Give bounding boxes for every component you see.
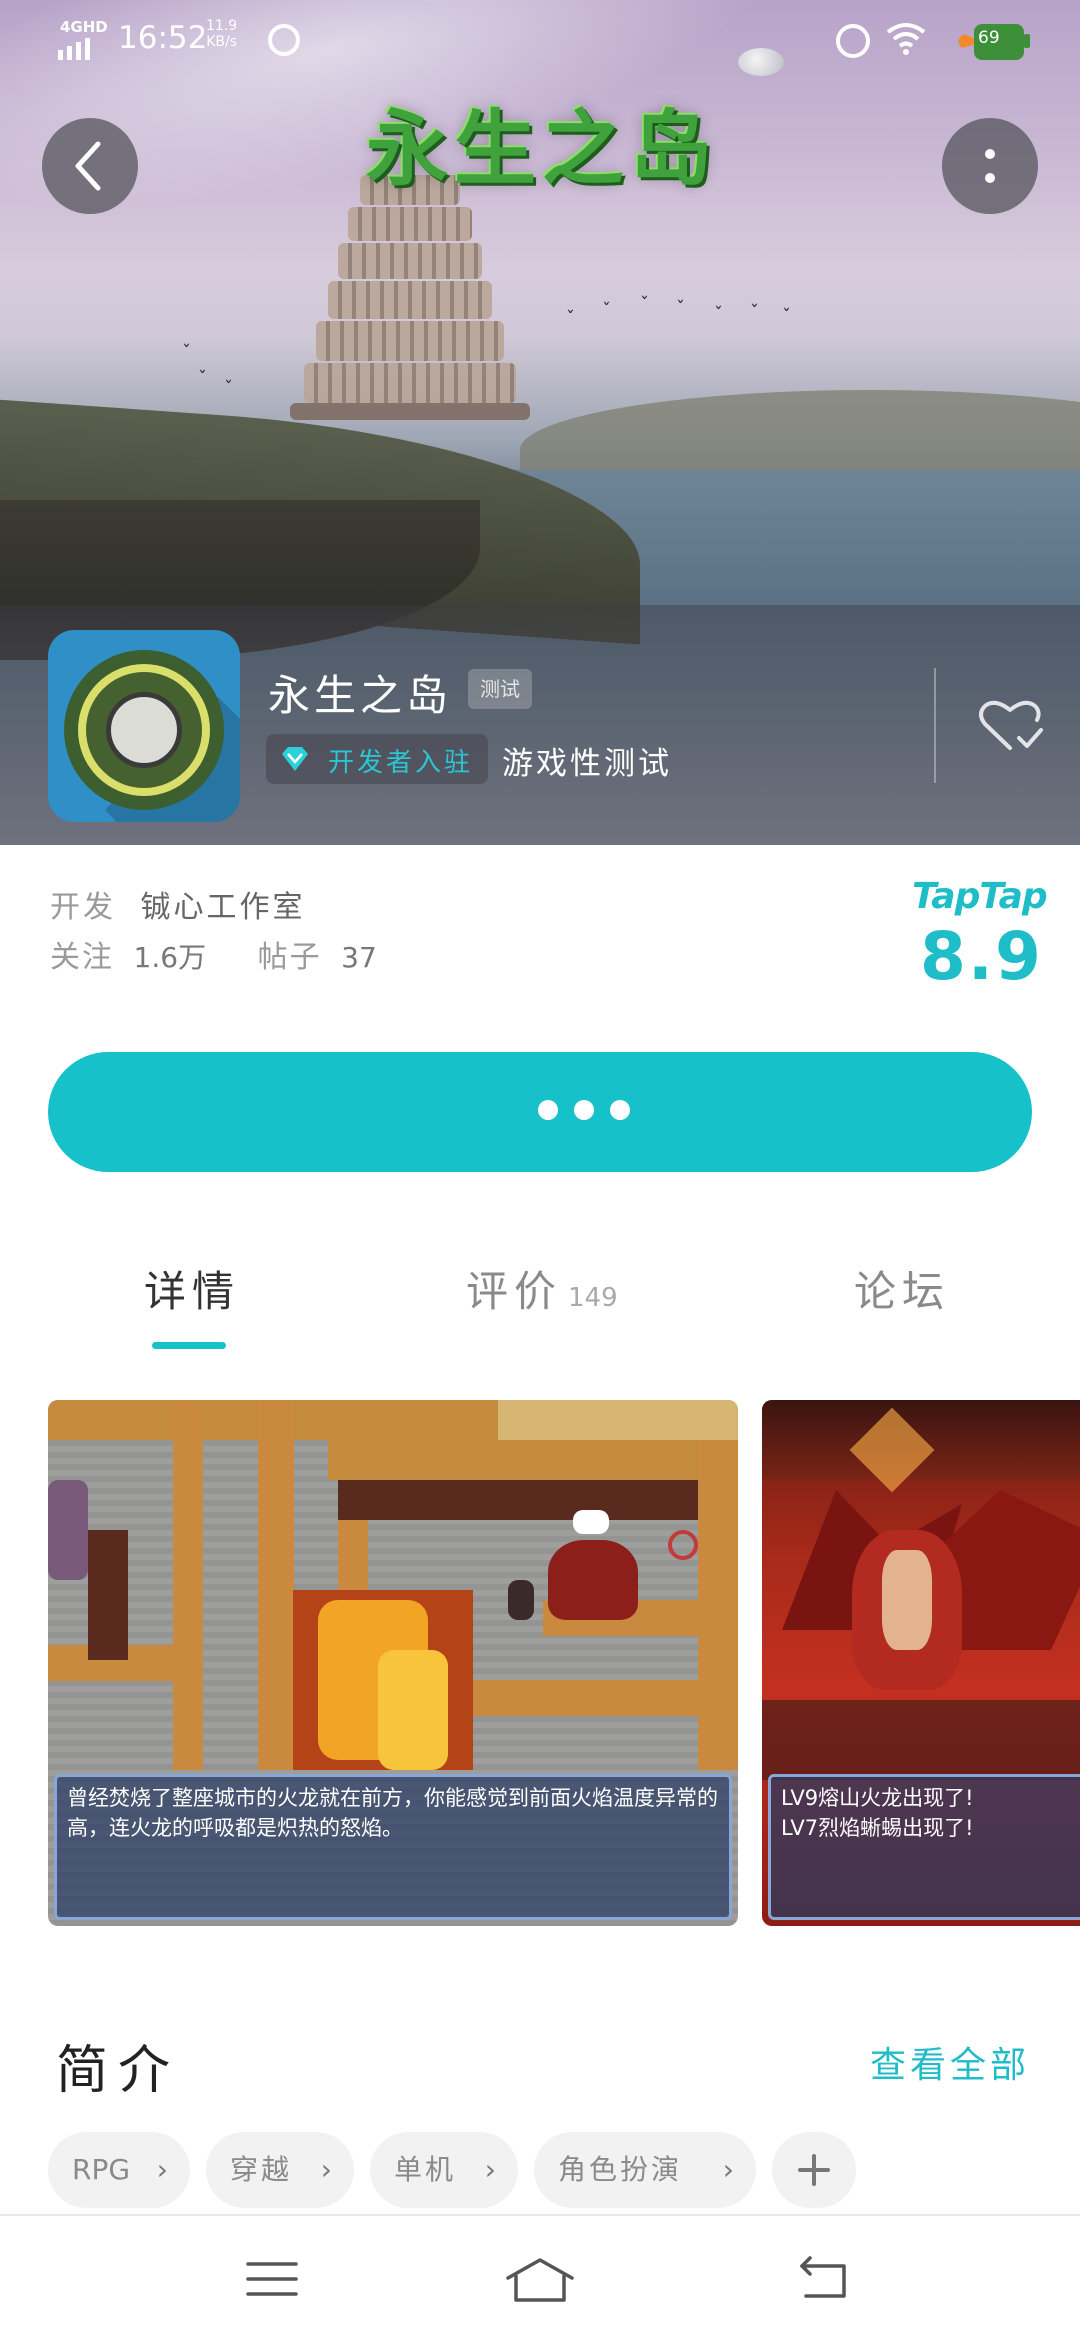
developer-info: 开发 铖心工作室	[50, 882, 306, 926]
battery-level: 69	[978, 28, 1000, 48]
tab-reviews-count: 149	[568, 1283, 618, 1313]
tag-label: 穿越	[230, 2153, 293, 2186]
more-vertical-icon	[985, 149, 995, 183]
bird-icon: ˇ	[198, 368, 207, 389]
chevron-right-icon: ›	[156, 2153, 168, 2186]
tab-reviews-label: 评价	[466, 1267, 563, 1316]
tag-label: RPG	[72, 2153, 131, 2186]
more-options-button[interactable]	[942, 118, 1038, 214]
developer-badge-label: 开发者入驻	[328, 748, 474, 778]
followers-value: 1.6万	[133, 941, 207, 974]
tab-active-indicator	[152, 1342, 226, 1349]
game-hero-banner: ˇ ˇ ˇ ˇ ˇ ˇ ˇ ˇ ˇ ˇ 永生之岛 4GHD 16:52 11.9…	[0, 0, 1080, 845]
bird-icon: ˇ	[182, 342, 191, 363]
follow-heart-button[interactable]	[975, 692, 1045, 756]
screenshot-dialog: LV9熔山火龙出现了! LV7烈焰蜥蜴出现了!	[768, 1774, 1080, 1920]
bird-icon: ˇ	[750, 302, 759, 323]
test-badge: 测试	[468, 669, 532, 709]
status-time: 16:52	[118, 20, 208, 56]
back-button[interactable]	[42, 118, 138, 214]
chevron-right-icon: ›	[484, 2153, 496, 2186]
chevron-right-icon: ›	[320, 2153, 332, 2186]
intro-title: 简介	[56, 2041, 181, 2101]
alarm-icon	[836, 24, 870, 58]
tag-label: 角色扮演	[558, 2153, 683, 2186]
test-type-label: 游戏性测试	[502, 746, 672, 782]
posts-label: 帖子	[257, 940, 322, 975]
developer-name[interactable]: 铖心工作室	[141, 890, 306, 925]
game-icon	[48, 630, 240, 822]
network-speed: 11.9 KB/s	[206, 18, 237, 50]
system-navigation-bar	[0, 2214, 1080, 2340]
tag-single-player[interactable]: 单机 ›	[370, 2132, 518, 2208]
screenshot-image[interactable]: 曾经焚烧了整座城市的火龙就在前方，你能感觉到前面火焰温度异常的高，连火龙的呼吸都…	[48, 1400, 738, 1926]
developer-badge[interactable]: 开发者入驻	[266, 734, 488, 784]
tab-details[interactable]: 详情	[144, 1258, 240, 1319]
network-speed-unit: KB/s	[206, 34, 237, 50]
developer-label: 开发	[50, 890, 116, 925]
tag-crossover[interactable]: 穿越 ›	[206, 2132, 354, 2208]
status-bar: 4GHD 16:52 11.9 KB/s 69	[0, 0, 1080, 80]
tag-rpg[interactable]: RPG ›	[48, 2132, 190, 2208]
chevron-right-icon: ›	[722, 2153, 734, 2186]
dialog-line: LV7烈焰蜥蜴出现了!	[781, 1816, 974, 1840]
view-all-link[interactable]: 查看全部	[870, 2036, 1030, 2088]
bird-icon: ˇ	[782, 306, 791, 327]
game-title: 永生之岛	[268, 671, 453, 720]
game-logo-title: 永生之岛	[365, 102, 718, 197]
tag-label: 单机	[394, 2153, 457, 2186]
wifi-icon	[886, 23, 926, 55]
tab-reviews[interactable]: 评价 149	[466, 1258, 618, 1319]
battery-icon: 69	[952, 18, 1032, 64]
tab-forum[interactable]: 论坛	[854, 1258, 950, 1319]
tower-image	[290, 175, 530, 420]
return-icon[interactable]	[796, 2254, 852, 2304]
home-icon[interactable]	[504, 2254, 576, 2306]
bird-icon: ˇ	[224, 378, 233, 399]
screenshot-dialog: 曾经焚烧了整座城市的火龙就在前方，你能感觉到前面火焰温度异常的高，连火龙的呼吸都…	[54, 1774, 732, 1920]
nfc-icon	[268, 24, 300, 56]
network-type: 4GHD	[60, 18, 108, 36]
taptap-logo: TapTap	[912, 876, 1048, 917]
main-action-button[interactable]	[48, 1052, 1032, 1172]
dialog-line: LV9熔山火龙出现了!	[781, 1786, 974, 1810]
divider	[934, 668, 936, 783]
posts-value: 37	[341, 941, 377, 974]
stats-info: 关注 1.6万 帖子 37	[50, 932, 377, 976]
tag-role-playing[interactable]: 角色扮演 ›	[534, 2132, 756, 2208]
bird-icon: ˇ	[640, 294, 649, 315]
loading-dots-icon	[538, 1100, 630, 1120]
menu-icon[interactable]	[244, 2254, 300, 2304]
bird-icon: ˇ	[566, 308, 575, 329]
chevron-left-icon	[75, 141, 101, 191]
followers-label: 关注	[50, 940, 114, 975]
bird-icon: ˇ	[714, 304, 723, 325]
diamond-icon	[282, 747, 308, 771]
bird-icon: ˇ	[602, 300, 611, 321]
bird-icon: ˇ	[676, 298, 685, 319]
add-tag-button[interactable]	[772, 2132, 856, 2208]
screenshot-image[interactable]: LV9熔山火龙出现了! LV7烈焰蜥蜴出现了!	[762, 1400, 1080, 1926]
plus-icon	[798, 2154, 830, 2186]
rating-score: 8.9	[920, 918, 1043, 995]
network-speed-value: 11.9	[206, 18, 238, 34]
